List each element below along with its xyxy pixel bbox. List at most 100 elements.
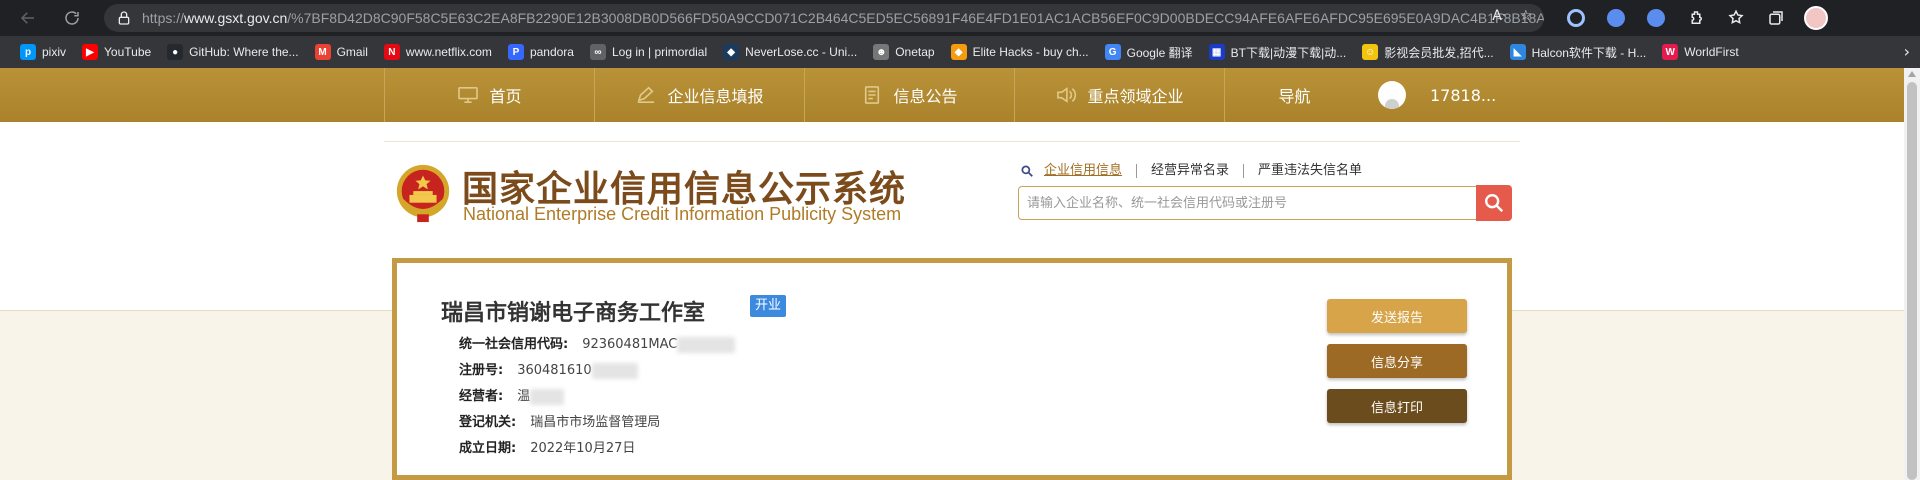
bookmark-label: NeverLose.cc - Uni... bbox=[745, 45, 858, 59]
pandora-icon: P bbox=[507, 44, 524, 60]
read-aloud-icon[interactable]: Aᐧ bbox=[1492, 8, 1505, 24]
field-label: 经营者: bbox=[459, 389, 504, 404]
primordial-icon: ∞ bbox=[589, 44, 606, 60]
scroll-up-arrow-icon[interactable] bbox=[1908, 71, 1916, 77]
page-content: 国家企业信用信息公示系统 National Enterprise Credit … bbox=[0, 68, 1904, 480]
site-title-en: National Enterprise Credit Information P… bbox=[463, 204, 902, 224]
field-established-date: 成立日期: 2022年10月27日 bbox=[459, 437, 635, 456]
bookmark-item[interactable]: ▦ BT下载|动漫下载|动... bbox=[1201, 39, 1355, 65]
address-bar-actions: Aᐧ ☆ bbox=[1492, 8, 1532, 24]
search-box bbox=[1018, 186, 1478, 220]
search-magnifier-icon bbox=[1021, 165, 1033, 177]
vip-video-icon: ☺ bbox=[1362, 44, 1379, 60]
url-text[interactable]: https://www.gsxt.gov.cn/%7BF8D42D8C90F58… bbox=[142, 10, 1544, 26]
address-bar[interactable]: https://www.gsxt.gov.cn/%7BF8D42D8C90F58… bbox=[104, 4, 1544, 32]
bookmark-item[interactable]: p pixiv bbox=[12, 39, 74, 65]
tab-abnormal-operations[interactable]: 经营异常名录 bbox=[1137, 164, 1245, 178]
field-value: 2022年10月27日 bbox=[530, 441, 636, 456]
field-value: 温 bbox=[517, 389, 531, 404]
status-badge: 开业 bbox=[750, 295, 787, 317]
back-arrow-icon[interactable] bbox=[10, 0, 46, 36]
field-label: 成立日期: bbox=[459, 441, 517, 456]
bookmark-item[interactable]: ◣ Halcon软件下载 - H... bbox=[1502, 39, 1655, 65]
send-report-button[interactable]: 发送报告 bbox=[1327, 299, 1467, 333]
page-scrollbar[interactable] bbox=[1904, 68, 1920, 480]
bookmark-label: www.netflix.com bbox=[405, 45, 492, 59]
search-button[interactable] bbox=[1476, 185, 1512, 221]
refresh-icon[interactable] bbox=[54, 0, 90, 36]
share-info-button[interactable]: 信息分享 bbox=[1327, 344, 1467, 378]
company-info-card: 瑞昌市销谢电子商务工作室 开业 统一社会信用代码: 92360481MAC 注册号… bbox=[392, 258, 1512, 480]
url-host: www.gsxt.gov.cn bbox=[184, 10, 288, 26]
bookmark-item[interactable]: ∞ Log in | primordial bbox=[582, 39, 715, 65]
field-operator: 经营者: 温 bbox=[459, 385, 565, 405]
bookmark-item[interactable]: ● GitHub: Where the... bbox=[159, 39, 306, 65]
bookmark-item[interactable]: Nwww.netflix.com bbox=[376, 39, 500, 65]
field-value: 360481610 bbox=[517, 363, 592, 378]
onetap-icon: ☻ bbox=[873, 44, 890, 60]
bookmark-label: Log in | primordial bbox=[611, 45, 708, 59]
bookmark-item[interactable]: Ppandora bbox=[500, 39, 582, 65]
bt-download-icon: ▦ bbox=[1208, 44, 1225, 60]
extension-toolbar bbox=[1556, 0, 1836, 36]
national-emblem-icon bbox=[396, 164, 450, 223]
bookmark-label: YouTube bbox=[104, 45, 152, 59]
bookmark-label: pandora bbox=[529, 45, 574, 59]
neverlose-icon: ◆ bbox=[723, 44, 740, 60]
bookmark-label: Halcon软件下载 - H... bbox=[1531, 45, 1647, 60]
bookmark-label: WorldFirst bbox=[1684, 45, 1739, 59]
field-credit-code: 统一社会信用代码: 92360481MAC bbox=[459, 333, 736, 353]
pixiv-icon: p bbox=[20, 44, 36, 60]
bookmark-label: 影视会员批发,招代... bbox=[1384, 45, 1494, 60]
search-icon bbox=[1485, 194, 1504, 213]
tab-enterprise-credit[interactable]: 企业信用信息 bbox=[1044, 164, 1138, 178]
extension-ring-icon[interactable] bbox=[1556, 0, 1596, 36]
google-translate-icon: G bbox=[1104, 44, 1121, 60]
field-label: 统一社会信用代码: bbox=[459, 337, 569, 352]
extension-blue-icon[interactable] bbox=[1596, 0, 1636, 36]
company-name: 瑞昌市销谢电子商务工作室 bbox=[441, 301, 706, 326]
youtube-icon: ▶ bbox=[82, 44, 99, 60]
bookmark-item[interactable]: ◆ NeverLose.cc - Uni... bbox=[715, 39, 865, 65]
bookmark-label: Google 翻译 bbox=[1126, 45, 1193, 60]
browser-toolbar: https://www.gsxt.gov.cn/%7BF8D42D8C90F58… bbox=[0, 0, 1920, 36]
extension-blue-2-icon[interactable] bbox=[1636, 0, 1676, 36]
bookmarks-bar: p pixiv ▶ YouTube ● GitHub: Where the... M Gmai… bbox=[0, 36, 1920, 68]
bookmark-label: BT下载|动漫下载|动... bbox=[1230, 45, 1347, 60]
github-icon: ● bbox=[167, 44, 184, 60]
gmail-icon: M bbox=[314, 44, 331, 60]
scrollbar-thumb[interactable] bbox=[1907, 82, 1917, 480]
bookmark-item[interactable]: G Google 翻译 bbox=[1097, 39, 1201, 65]
bookmark-label: Elite Hacks - buy ch... bbox=[972, 45, 1089, 59]
bookmark-label: Onetap bbox=[895, 45, 935, 59]
bookmark-item[interactable]: ☻ Onetap bbox=[865, 39, 942, 65]
bookmark-item[interactable]: W WorldFirst bbox=[1654, 39, 1746, 65]
search-input[interactable] bbox=[1027, 195, 1477, 211]
field-registration-number: 注册号: 360481610 bbox=[459, 359, 638, 379]
elitehacks-icon: ◆ bbox=[950, 44, 967, 60]
bookmark-item[interactable]: ☺ 影视会员批发,招代... bbox=[1354, 39, 1501, 65]
favorites-icon[interactable] bbox=[1716, 0, 1756, 36]
field-registration-authority: 登记机关: 瑞昌市市场监督管理局 bbox=[459, 411, 660, 430]
bookmark-item[interactable]: ◆ Elite Hacks - buy ch... bbox=[943, 39, 1097, 65]
search-category-tabs: 企业信用信息 经营异常名录 严重违法失信名单 bbox=[1020, 164, 1376, 178]
bookmark-label: Gmail bbox=[336, 45, 368, 59]
bookmark-item[interactable]: M Gmail bbox=[307, 39, 376, 65]
netflix-icon: N bbox=[383, 44, 400, 60]
collections-icon[interactable] bbox=[1756, 0, 1796, 36]
halcon-icon: ◣ bbox=[1509, 44, 1526, 60]
extensions-puzzle-icon[interactable] bbox=[1676, 0, 1716, 36]
worldfirst-icon: W bbox=[1662, 44, 1679, 60]
field-value: 瑞昌市市场监督管理局 bbox=[530, 415, 661, 430]
tab-serious-violations[interactable]: 严重违法失信名单 bbox=[1244, 164, 1376, 178]
print-info-button[interactable]: 信息打印 bbox=[1327, 389, 1467, 423]
url-path: /%7BF8D42D8C90F58C5E63C2EA8FB2290E12B300… bbox=[287, 10, 1544, 26]
add-favorite-icon[interactable]: ☆ bbox=[1519, 8, 1532, 24]
bookmark-label: GitHub: Where the... bbox=[189, 45, 299, 59]
more-bookmarks-chevron-icon[interactable]: › bbox=[1904, 42, 1910, 61]
redaction-blur bbox=[530, 388, 565, 405]
bookmark-item[interactable]: ▶ YouTube bbox=[74, 39, 159, 65]
bookmark-label: pixiv bbox=[42, 45, 67, 59]
profile-avatar[interactable] bbox=[1796, 0, 1836, 36]
lock-icon[interactable] bbox=[116, 10, 132, 26]
